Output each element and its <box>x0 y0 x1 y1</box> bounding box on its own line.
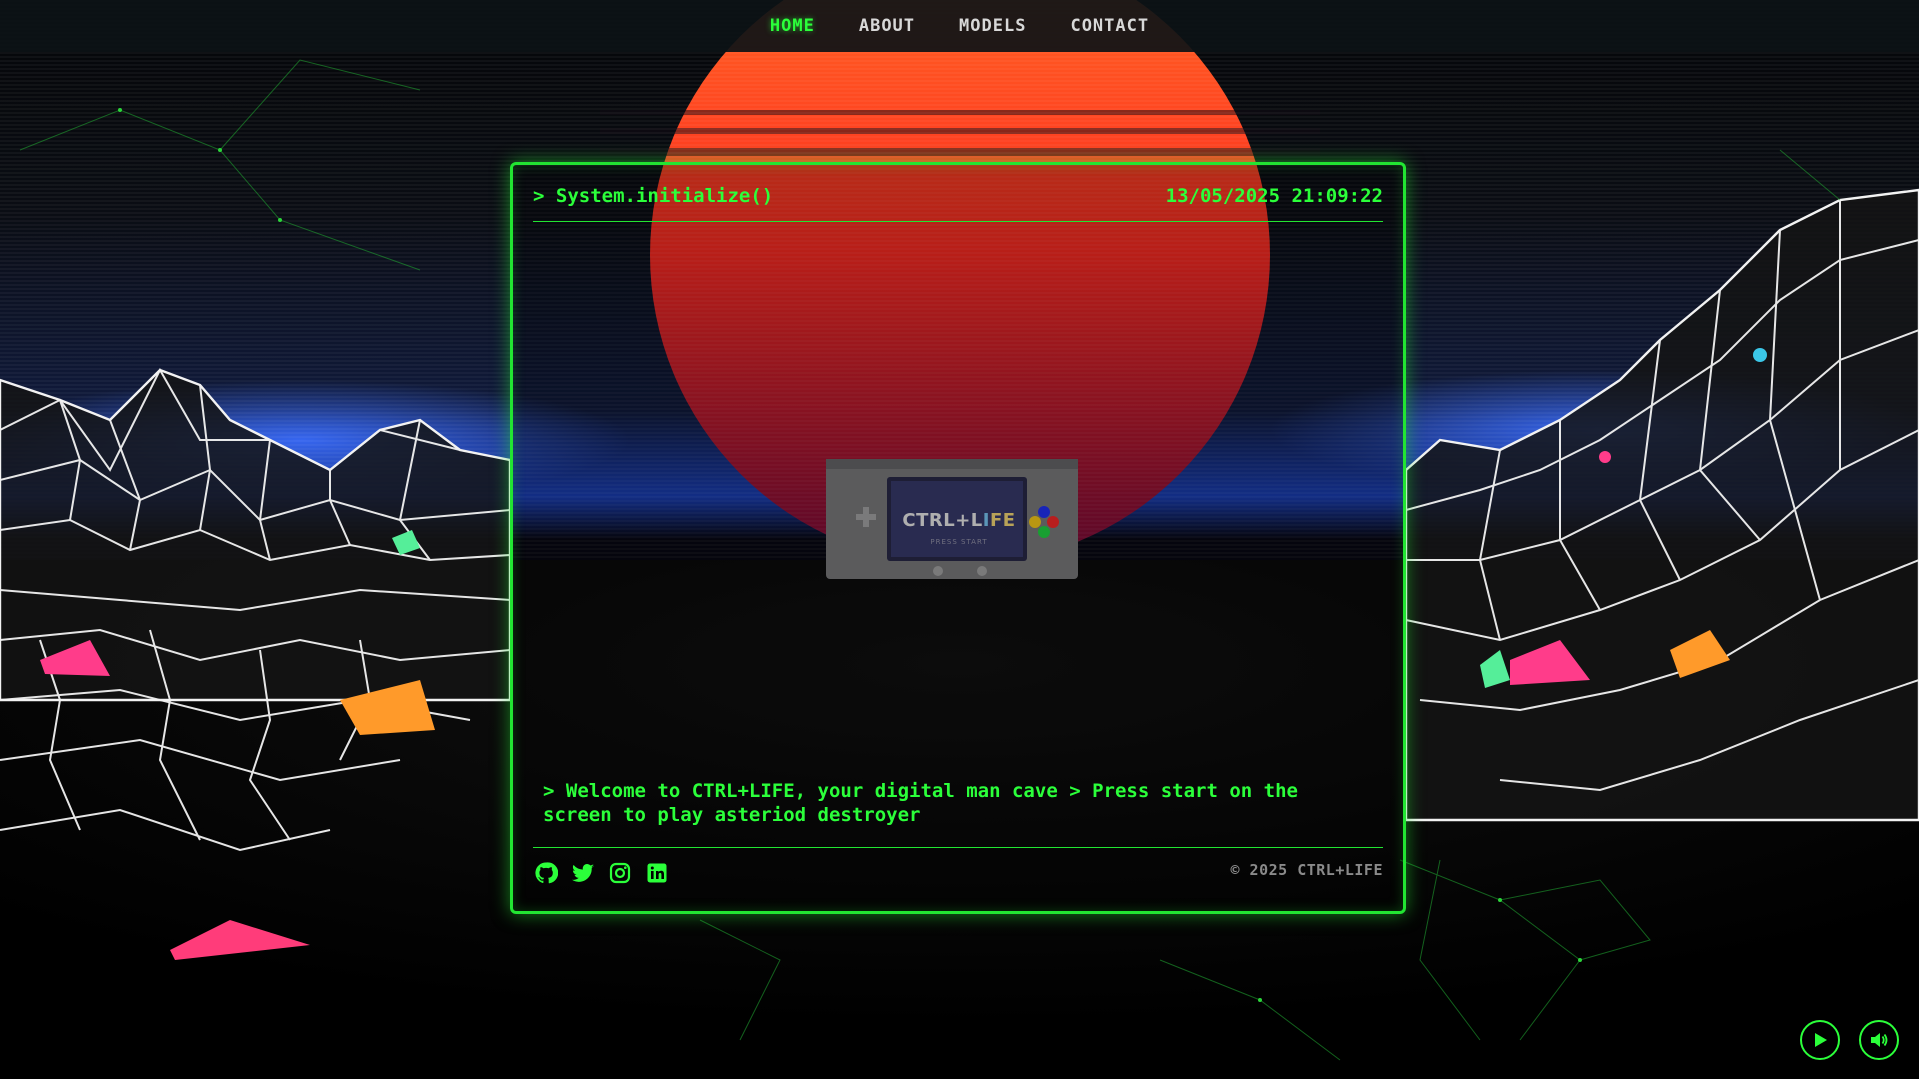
terminal-command: > System.initialize() <box>533 185 774 207</box>
play-icon <box>1815 1033 1827 1047</box>
nav-models-link[interactable]: MODELS <box>959 16 1026 36</box>
nav-home-link[interactable]: HOME <box>770 16 815 36</box>
nav-about-link[interactable]: ABOUT <box>859 16 915 36</box>
linkedin-icon[interactable] <box>644 861 669 886</box>
terminal-welcome-message: > Welcome to CTRL+LIFE, your digital man… <box>543 780 1298 826</box>
play-button[interactable] <box>1800 1020 1840 1060</box>
terminal-header: > System.initialize() 13/05/2025 21:09:2… <box>533 185 1383 222</box>
terminal-footer: © 2025 CTRL+LIFE <box>533 847 1383 898</box>
copyright-text: © 2025 CTRL+LIFE <box>1230 861 1383 879</box>
terminal-datetime: 13/05/2025 21:09:22 <box>1165 185 1383 207</box>
terminal-panel: > System.initialize() 13/05/2025 21:09:2… <box>510 162 1406 914</box>
nav-contact-link[interactable]: CONTACT <box>1070 16 1149 36</box>
instagram-icon[interactable] <box>607 861 632 886</box>
github-icon[interactable] <box>533 861 558 886</box>
social-links <box>533 861 669 886</box>
main-nav: HOME ABOUT MODELS CONTACT <box>0 0 1919 52</box>
twitter-icon[interactable] <box>570 861 595 886</box>
sound-toggle-button[interactable] <box>1859 1020 1899 1060</box>
volume-icon <box>1871 1033 1888 1047</box>
